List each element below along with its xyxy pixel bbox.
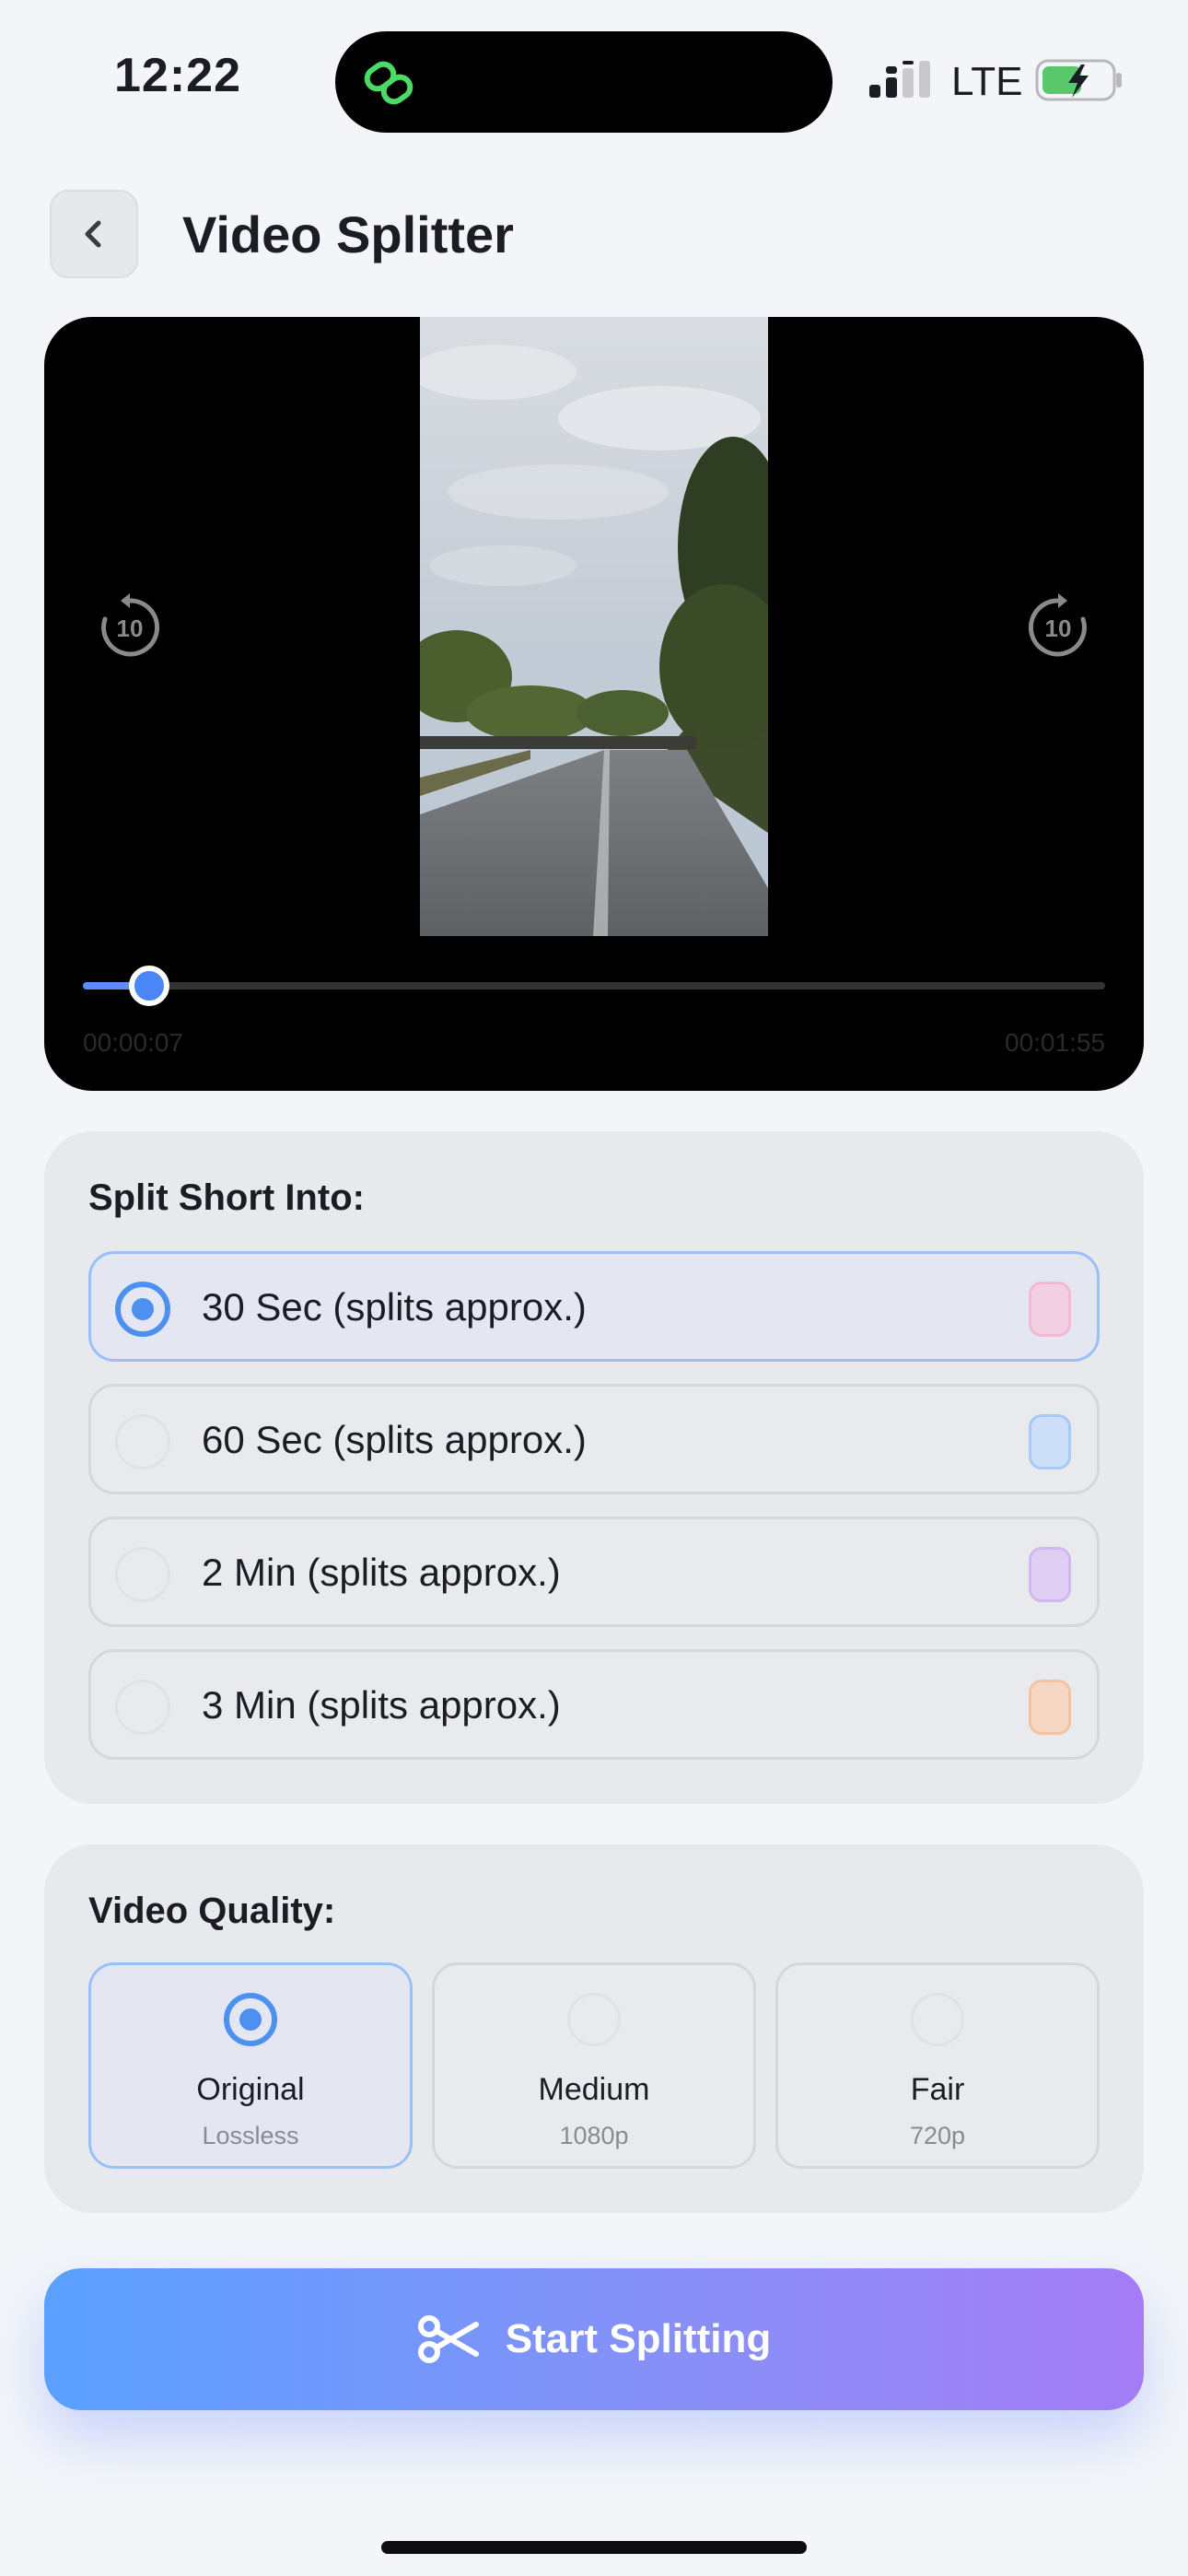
chevron-left-icon	[85, 220, 101, 248]
radio-button[interactable]	[115, 1414, 170, 1469]
radio-button[interactable]	[115, 1680, 170, 1735]
start-splitting-button[interactable]: Start Splitting	[44, 2268, 1144, 2410]
radio-button[interactable]	[115, 1547, 170, 1602]
quality-title: Video Quality:	[88, 1891, 336, 1931]
status-time: 12:22	[114, 49, 241, 102]
split-option-label: 2 Min (splits approx.)	[202, 1551, 561, 1594]
rewind-10-icon[interactable]: 10	[96, 593, 164, 662]
video-player[interactable]: 10 10 00:00:07 00:01:55	[44, 317, 1144, 1091]
quality-option-fair[interactable]: Fair 720p	[775, 1962, 1100, 2169]
color-swatch	[1029, 1282, 1071, 1337]
quality-label: Fair	[910, 2072, 965, 2107]
quality-option-original[interactable]: Original Lossless	[88, 1962, 413, 2169]
network-label: LTE	[951, 59, 1023, 104]
home-indicator	[381, 2541, 807, 2554]
quality-panel: Video Quality: Original Lossless Medium …	[44, 1844, 1144, 2213]
split-option-30-sec[interactable]: 30 Sec (splits approx.)	[88, 1251, 1100, 1362]
link-icon	[364, 61, 413, 105]
dynamic-island	[335, 31, 833, 133]
radio-button[interactable]	[911, 1993, 964, 2046]
quality-sublabel: 720p	[909, 2122, 966, 2149]
split-option-label: 60 Sec (splits approx.)	[202, 1418, 587, 1461]
quality-option-medium[interactable]: Medium 1080p	[432, 1962, 756, 2169]
screen: 12:22 LTE Video Splitter 10 10 00:00:07 …	[0, 0, 1188, 2576]
split-option-label: 30 Sec (splits approx.)	[202, 1285, 587, 1329]
total-time: 00:01:55	[1005, 1028, 1105, 1057]
radio-button[interactable]	[224, 1993, 277, 2046]
signal-icon	[869, 61, 930, 98]
scrubber-track[interactable]	[83, 966, 1105, 1006]
split-option-60-sec[interactable]: 60 Sec (splits approx.)	[88, 1384, 1100, 1494]
back-button[interactable]	[50, 190, 138, 278]
color-swatch	[1029, 1680, 1071, 1735]
start-splitting-label: Start Splitting	[505, 2316, 772, 2361]
current-time: 00:00:07	[83, 1028, 183, 1057]
split-option-label: 3 Min (splits approx.)	[202, 1683, 561, 1727]
split-option-3-min[interactable]: 3 Min (splits approx.)	[88, 1649, 1100, 1760]
scrubber-thumb[interactable]	[129, 966, 170, 1006]
forward-10-icon[interactable]: 10	[1024, 593, 1092, 662]
scissors-icon	[417, 2315, 479, 2363]
page-title: Video Splitter	[182, 205, 514, 263]
radio-button[interactable]	[567, 1993, 621, 2046]
color-swatch	[1029, 1414, 1071, 1469]
split-title: Split Short Into:	[88, 1177, 365, 1218]
quality-sublabel: 1080p	[559, 2122, 629, 2149]
quality-label: Medium	[538, 2072, 650, 2107]
radio-button[interactable]	[115, 1282, 170, 1337]
rewind-label: 10	[117, 615, 144, 642]
split-panel: Split Short Into: 30 Sec (splits approx.…	[44, 1131, 1144, 1804]
color-swatch	[1029, 1547, 1071, 1602]
forward-label: 10	[1045, 615, 1072, 642]
split-option-2-min[interactable]: 2 Min (splits approx.)	[88, 1516, 1100, 1627]
battery-charging-icon	[1035, 59, 1122, 101]
quality-label: Original	[196, 2072, 305, 2107]
quality-sublabel: Lossless	[202, 2122, 299, 2149]
video-thumbnail	[420, 317, 768, 936]
